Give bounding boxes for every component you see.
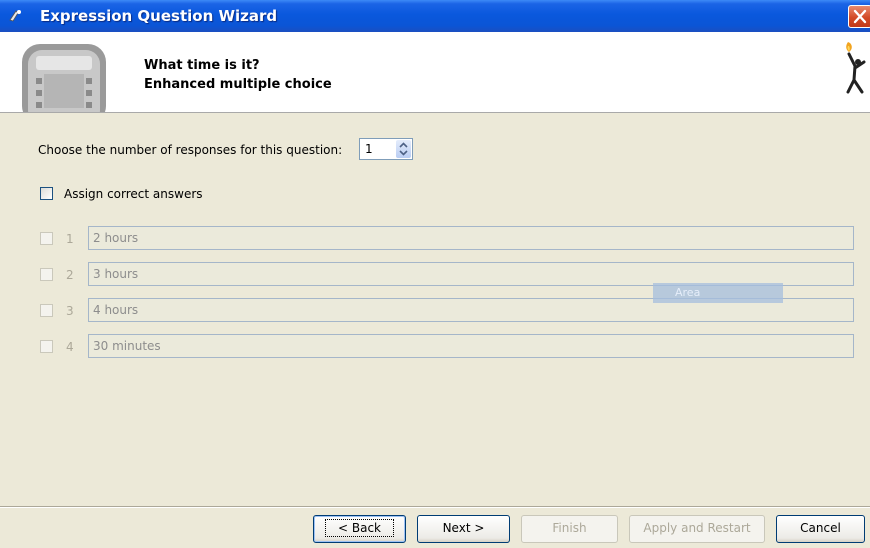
question-type: Enhanced multiple choice [144, 77, 332, 92]
response-4-number: 4 [66, 340, 74, 354]
response-1-field[interactable]: 2 hours [88, 226, 854, 250]
footer-divider-highlight [0, 507, 870, 508]
assign-correct-checkbox[interactable] [40, 187, 53, 200]
response-2-number: 2 [66, 268, 74, 282]
responses-count-spinner[interactable]: 1 [359, 138, 413, 160]
responses-count-value[interactable]: 1 [365, 142, 373, 156]
area-overlay-label: Area [653, 283, 783, 303]
title-bar[interactable]: Expression Question Wizard [0, 0, 870, 32]
back-button[interactable]: < Back [313, 515, 406, 543]
assign-correct-label[interactable]: Assign correct answers [64, 187, 203, 201]
back-button-label: < Back [324, 519, 394, 537]
response-2-checkbox[interactable] [40, 268, 53, 281]
question-title: What time is it? [144, 58, 260, 73]
response-1-checkbox[interactable] [40, 232, 53, 245]
response-device-image [22, 44, 106, 112]
response-3-checkbox[interactable] [40, 304, 53, 317]
finish-button[interactable]: Finish [521, 515, 618, 543]
cancel-button[interactable]: Cancel [776, 515, 865, 543]
response-1-number: 1 [66, 232, 74, 246]
next-button[interactable]: Next > [417, 515, 510, 543]
close-button[interactable] [848, 5, 870, 28]
window-title: Expression Question Wizard [40, 7, 278, 25]
response-4-field[interactable]: 30 minutes [88, 334, 854, 358]
wizard-window: Expression Question Wizard What time is … [0, 0, 870, 548]
spin-arrows-icon [399, 142, 408, 156]
response-3-number: 3 [66, 304, 74, 318]
response-4-checkbox[interactable] [40, 340, 53, 353]
responses-count-label: Choose the number of responses for this … [38, 143, 343, 157]
wizard-header: What time is it? Enhanced multiple choic… [0, 32, 870, 113]
app-icon [8, 8, 24, 24]
spinner-arrows[interactable] [396, 140, 411, 158]
torch-figure-logo [846, 42, 866, 94]
close-icon [853, 9, 867, 24]
apply-restart-button[interactable]: Apply and Restart [629, 515, 765, 543]
